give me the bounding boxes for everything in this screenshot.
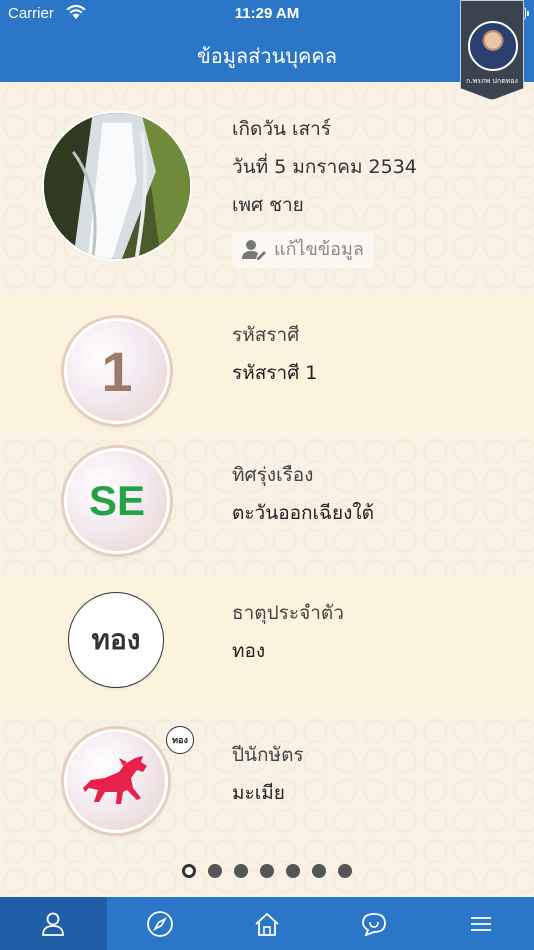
clock-label: 11:29 AM — [234, 5, 300, 22]
element-value: ทอง — [232, 640, 266, 662]
page-dot[interactable] — [208, 864, 222, 878]
tab-chat[interactable] — [320, 897, 427, 950]
page-dot[interactable] — [260, 864, 274, 878]
avatar[interactable] — [42, 111, 192, 261]
tab-menu[interactable] — [427, 897, 534, 950]
zodiac-year-label: ปีนักษัตร — [232, 744, 304, 766]
birth-day: เกิดวัน เสาร์ — [232, 118, 331, 140]
profile-portrait-badge[interactable]: ก.พรภพ ปกตทอง — [460, 0, 524, 100]
menu-icon — [470, 916, 491, 931]
zodiac-number-label: รหัสราศี — [232, 324, 300, 346]
birth-date: วันที่ 5 มกราคม 2534 — [232, 156, 417, 178]
page-dot[interactable] — [234, 864, 248, 878]
home-icon — [255, 912, 279, 936]
element-label: ธาตุประจำตัว — [232, 602, 344, 624]
page-title: ข้อมูลส่วนบุคคล — [197, 44, 337, 68]
element-row: ทอง ธาตุประจำตัว ทอง — [0, 576, 534, 716]
tab-home[interactable] — [214, 897, 321, 950]
page-dot[interactable] — [312, 864, 326, 878]
status-bar: Carrier 11:29 AM — [0, 0, 534, 28]
lucky-direction-row: SE ทิศรุ่งเรือง ตะวันออกเฉียงใต้ — [0, 436, 534, 576]
zodiac-year-value: มะเมีย — [232, 782, 285, 804]
compass-icon — [147, 910, 174, 937]
zodiac-number: 1 — [101, 339, 133, 403]
element-badge: ทอง — [166, 726, 194, 754]
tab-compass[interactable] — [107, 897, 214, 950]
profile-info: เกิดวัน เสาร์ วันที่ 5 มกราคม 2534 เพศ ช… — [232, 110, 417, 224]
horse-icon — [83, 756, 147, 804]
element-info: ธาตุประจำตัว ทอง — [232, 594, 344, 670]
zodiac-number-value: รหัสราศี 1 — [232, 362, 318, 384]
chat-icon — [361, 912, 386, 937]
zodiac-number-info: รหัสราศี รหัสราศี 1 — [232, 316, 317, 392]
tab-bar — [0, 897, 534, 950]
lucky-direction-label: ทิศรุ่งเรือง — [232, 464, 314, 486]
element-icon: ทอง — [72, 596, 160, 684]
zodiac-number-icon: 1 — [67, 321, 167, 421]
horse-zodiac-icon — [67, 732, 165, 830]
direction-icon: SE — [67, 451, 167, 551]
edit-profile-label: แก้ไขข้อมูล — [274, 239, 364, 260]
lucky-direction-value: ตะวันออกเฉียงใต้ — [232, 502, 374, 524]
lucky-direction-info: ทิศรุ่งเรือง ตะวันออกเฉียงใต้ — [232, 456, 374, 532]
user-edit-icon — [242, 240, 266, 260]
page-dot[interactable] — [338, 864, 352, 878]
tab-profile[interactable] — [0, 897, 107, 950]
gender: เพศ ชาย — [232, 194, 304, 216]
direction-code: SE — [88, 477, 146, 524]
zodiac-number-row: 1 รหัสราศี รหัสราศี 1 — [0, 296, 534, 436]
portrait-caption: ก.พรภพ ปกตทอง — [466, 77, 518, 85]
navigation-bar: Carrier 11:29 AM ข้อมูลส่วนบุคคล — [0, 0, 534, 82]
page-dot[interactable] — [182, 864, 196, 878]
edit-profile-button[interactable]: แก้ไขข้อมูล — [232, 232, 374, 268]
page-indicator[interactable] — [0, 864, 534, 878]
profile-content: เกิดวัน เสาร์ วันที่ 5 มกราคม 2534 เพศ ช… — [0, 82, 534, 898]
waterfall-image — [44, 113, 190, 259]
zodiac-year-info: ปีนักษัตร มะเมีย — [232, 736, 304, 812]
user-icon — [42, 912, 65, 936]
profile-row: เกิดวัน เสาร์ วันที่ 5 มกราคม 2534 เพศ ช… — [0, 82, 534, 296]
page-dot[interactable] — [286, 864, 300, 878]
element-icon-text: ทอง — [91, 623, 141, 656]
portrait-photo — [468, 21, 518, 71]
